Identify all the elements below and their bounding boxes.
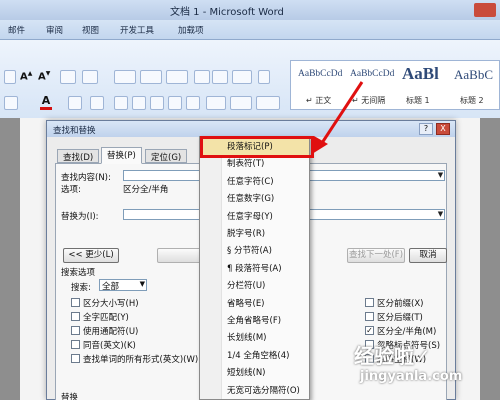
whole-word-label: 全字匹配(Y) bbox=[83, 313, 129, 323]
distributed-icon[interactable] bbox=[186, 96, 200, 110]
shrink-font-size-icon[interactable]: A▼ bbox=[38, 70, 50, 82]
enclose-char-icon[interactable] bbox=[90, 96, 104, 110]
menu-item-en-dash[interactable]: 短划线(N) bbox=[200, 365, 309, 382]
increase-indent-icon[interactable] bbox=[212, 70, 228, 84]
menu-item-section-char[interactable]: § 分节符(A) bbox=[200, 243, 309, 260]
match-suffix-checkbox[interactable] bbox=[365, 312, 374, 321]
match-width-label: 区分全/半角(M) bbox=[377, 327, 437, 337]
grow-font-icon[interactable]: A▲ bbox=[20, 70, 32, 82]
style-name-heading1: 标题 1 bbox=[406, 96, 430, 105]
match-suffix-label: 区分后缀(T) bbox=[377, 313, 423, 323]
style-sample-heading1[interactable]: AaBl bbox=[402, 64, 439, 84]
match-case-label: 区分大小写(H) bbox=[83, 299, 139, 309]
dialog-close-button[interactable]: X bbox=[436, 123, 450, 135]
style-name-heading2: 标题 2 bbox=[460, 96, 484, 105]
menu-item-any-digit[interactable]: 任意数字(G) bbox=[200, 191, 309, 208]
line-spacing-icon[interactable] bbox=[206, 96, 226, 110]
menu-item-pilcrow[interactable]: ¶ 段落符号(A) bbox=[200, 261, 309, 278]
highlight-annotation-box bbox=[200, 136, 314, 158]
multilevel-list-icon[interactable] bbox=[166, 70, 188, 84]
menu-item-any-character[interactable]: 任意字符(C) bbox=[200, 174, 309, 191]
search-direction-label: 搜索: bbox=[71, 283, 91, 293]
search-direction-value: 全部 bbox=[102, 282, 120, 292]
window-close-button[interactable] bbox=[474, 3, 496, 17]
shading-icon[interactable] bbox=[230, 96, 252, 110]
wildcards-checkbox[interactable] bbox=[71, 326, 80, 335]
options-value: 区分全/半角 bbox=[123, 185, 169, 195]
style-sample-heading2[interactable]: AaBbC bbox=[454, 67, 493, 83]
search-options-heading: 搜索选项 bbox=[61, 268, 96, 278]
asian-layout-icon[interactable] bbox=[232, 70, 252, 84]
tab-goto[interactable]: 定位(G) bbox=[145, 149, 188, 163]
clear-format-icon[interactable] bbox=[60, 70, 76, 84]
cancel-button[interactable]: 取消 bbox=[409, 248, 447, 263]
tab-review[interactable]: 审阅 bbox=[46, 24, 63, 36]
decrease-indent-icon[interactable] bbox=[194, 70, 210, 84]
less-options-button[interactable]: << 更少(L) bbox=[63, 248, 119, 263]
menu-item-zero-width-break[interactable]: 无宽可选分隔符(O) bbox=[200, 383, 309, 400]
tab-addins[interactable]: 加载项 bbox=[178, 24, 204, 36]
menu-item-em-dash[interactable]: 长划线(M) bbox=[200, 330, 309, 347]
bullets-icon[interactable] bbox=[114, 70, 136, 84]
dialog-title-bar: 查找和替换 bbox=[47, 121, 455, 137]
tab-replace[interactable]: 替换(P) bbox=[101, 147, 142, 164]
all-word-forms-label: 查找单词的所有形式(英文)(W) bbox=[83, 355, 199, 365]
font-color-icon[interactable]: A bbox=[40, 94, 52, 110]
menu-item-any-letter[interactable]: 任意字母(Y) bbox=[200, 209, 309, 226]
watermark-url: jingyanla.com bbox=[360, 369, 463, 384]
numbering-icon[interactable] bbox=[140, 70, 162, 84]
find-history-dropdown-icon[interactable]: ▼ bbox=[436, 171, 445, 180]
char-shading-icon[interactable] bbox=[68, 96, 82, 110]
dialog-title: 查找和替换 bbox=[53, 126, 96, 136]
annotation-arrow-icon bbox=[312, 81, 364, 154]
chevron-down-icon: ▼ bbox=[139, 280, 145, 288]
highlight-icon[interactable] bbox=[4, 96, 18, 110]
replace-with-label: 替换为(I): bbox=[61, 212, 99, 222]
dialog-help-button[interactable]: ? bbox=[419, 123, 433, 135]
replace-history-dropdown-icon[interactable]: ▼ bbox=[436, 210, 445, 219]
find-what-label: 查找内容(N): bbox=[61, 173, 111, 183]
watermark-logo-text: 经验啦✓ bbox=[354, 344, 431, 368]
whole-word-checkbox[interactable] bbox=[71, 312, 80, 321]
menu-item-column-break[interactable]: 分栏符(U) bbox=[200, 278, 309, 295]
menu-item-tab-char[interactable]: 制表符(T) bbox=[200, 156, 309, 173]
ribbon-tab-bar bbox=[0, 20, 500, 40]
tab-mailings[interactable]: 邮件 bbox=[8, 24, 25, 36]
menu-item-ellipsis[interactable]: 省略号(E) bbox=[200, 296, 309, 313]
align-left-icon[interactable] bbox=[114, 96, 128, 110]
all-word-forms-checkbox[interactable] bbox=[71, 354, 80, 363]
match-prefix-checkbox[interactable] bbox=[365, 298, 374, 307]
match-width-checkbox[interactable]: ✓ bbox=[365, 326, 374, 335]
tab-developer[interactable]: 开发工具 bbox=[120, 24, 154, 36]
search-direction-select[interactable]: 全部 ▼ bbox=[99, 279, 147, 292]
borders-icon[interactable] bbox=[256, 96, 280, 110]
menu-item-caret[interactable]: 脱字号(R) bbox=[200, 226, 309, 243]
align-center-icon[interactable] bbox=[132, 96, 146, 110]
match-prefix-label: 区分前缀(X) bbox=[377, 299, 424, 309]
options-label: 选项: bbox=[61, 185, 81, 195]
sounds-like-checkbox[interactable] bbox=[71, 340, 80, 349]
sounds-like-label: 同音(英文)(K) bbox=[83, 341, 136, 351]
wildcards-label: 使用通配符(U) bbox=[83, 327, 139, 337]
special-characters-menu: 段落标记(P) 制表符(T) 任意字符(C) 任意数字(G) 任意字母(Y) 脱… bbox=[199, 136, 310, 400]
match-case-checkbox[interactable] bbox=[71, 298, 80, 307]
replace-section-heading: 替换 bbox=[61, 393, 79, 400]
window-title: 文档 1 - Microsoft Word bbox=[170, 7, 284, 18]
sort-icon[interactable] bbox=[258, 70, 270, 84]
tab-find[interactable]: 查找(D) bbox=[57, 149, 100, 163]
menu-item-fullwidth-ellipsis[interactable]: 全角省略号(F) bbox=[200, 313, 309, 330]
phonetic-guide-icon[interactable] bbox=[82, 70, 98, 84]
justify-icon[interactable] bbox=[168, 96, 182, 110]
find-next-button[interactable]: 查找下一处(F) bbox=[347, 248, 405, 263]
tab-view[interactable]: 视图 bbox=[82, 24, 99, 36]
align-right-icon[interactable] bbox=[150, 96, 164, 110]
watermark: 经验啦✓ jingyanla.com bbox=[354, 340, 462, 384]
menu-item-quarter-em-space[interactable]: 1/4 全角空格(4) bbox=[200, 348, 309, 365]
shrink-font-icon[interactable] bbox=[4, 70, 16, 84]
